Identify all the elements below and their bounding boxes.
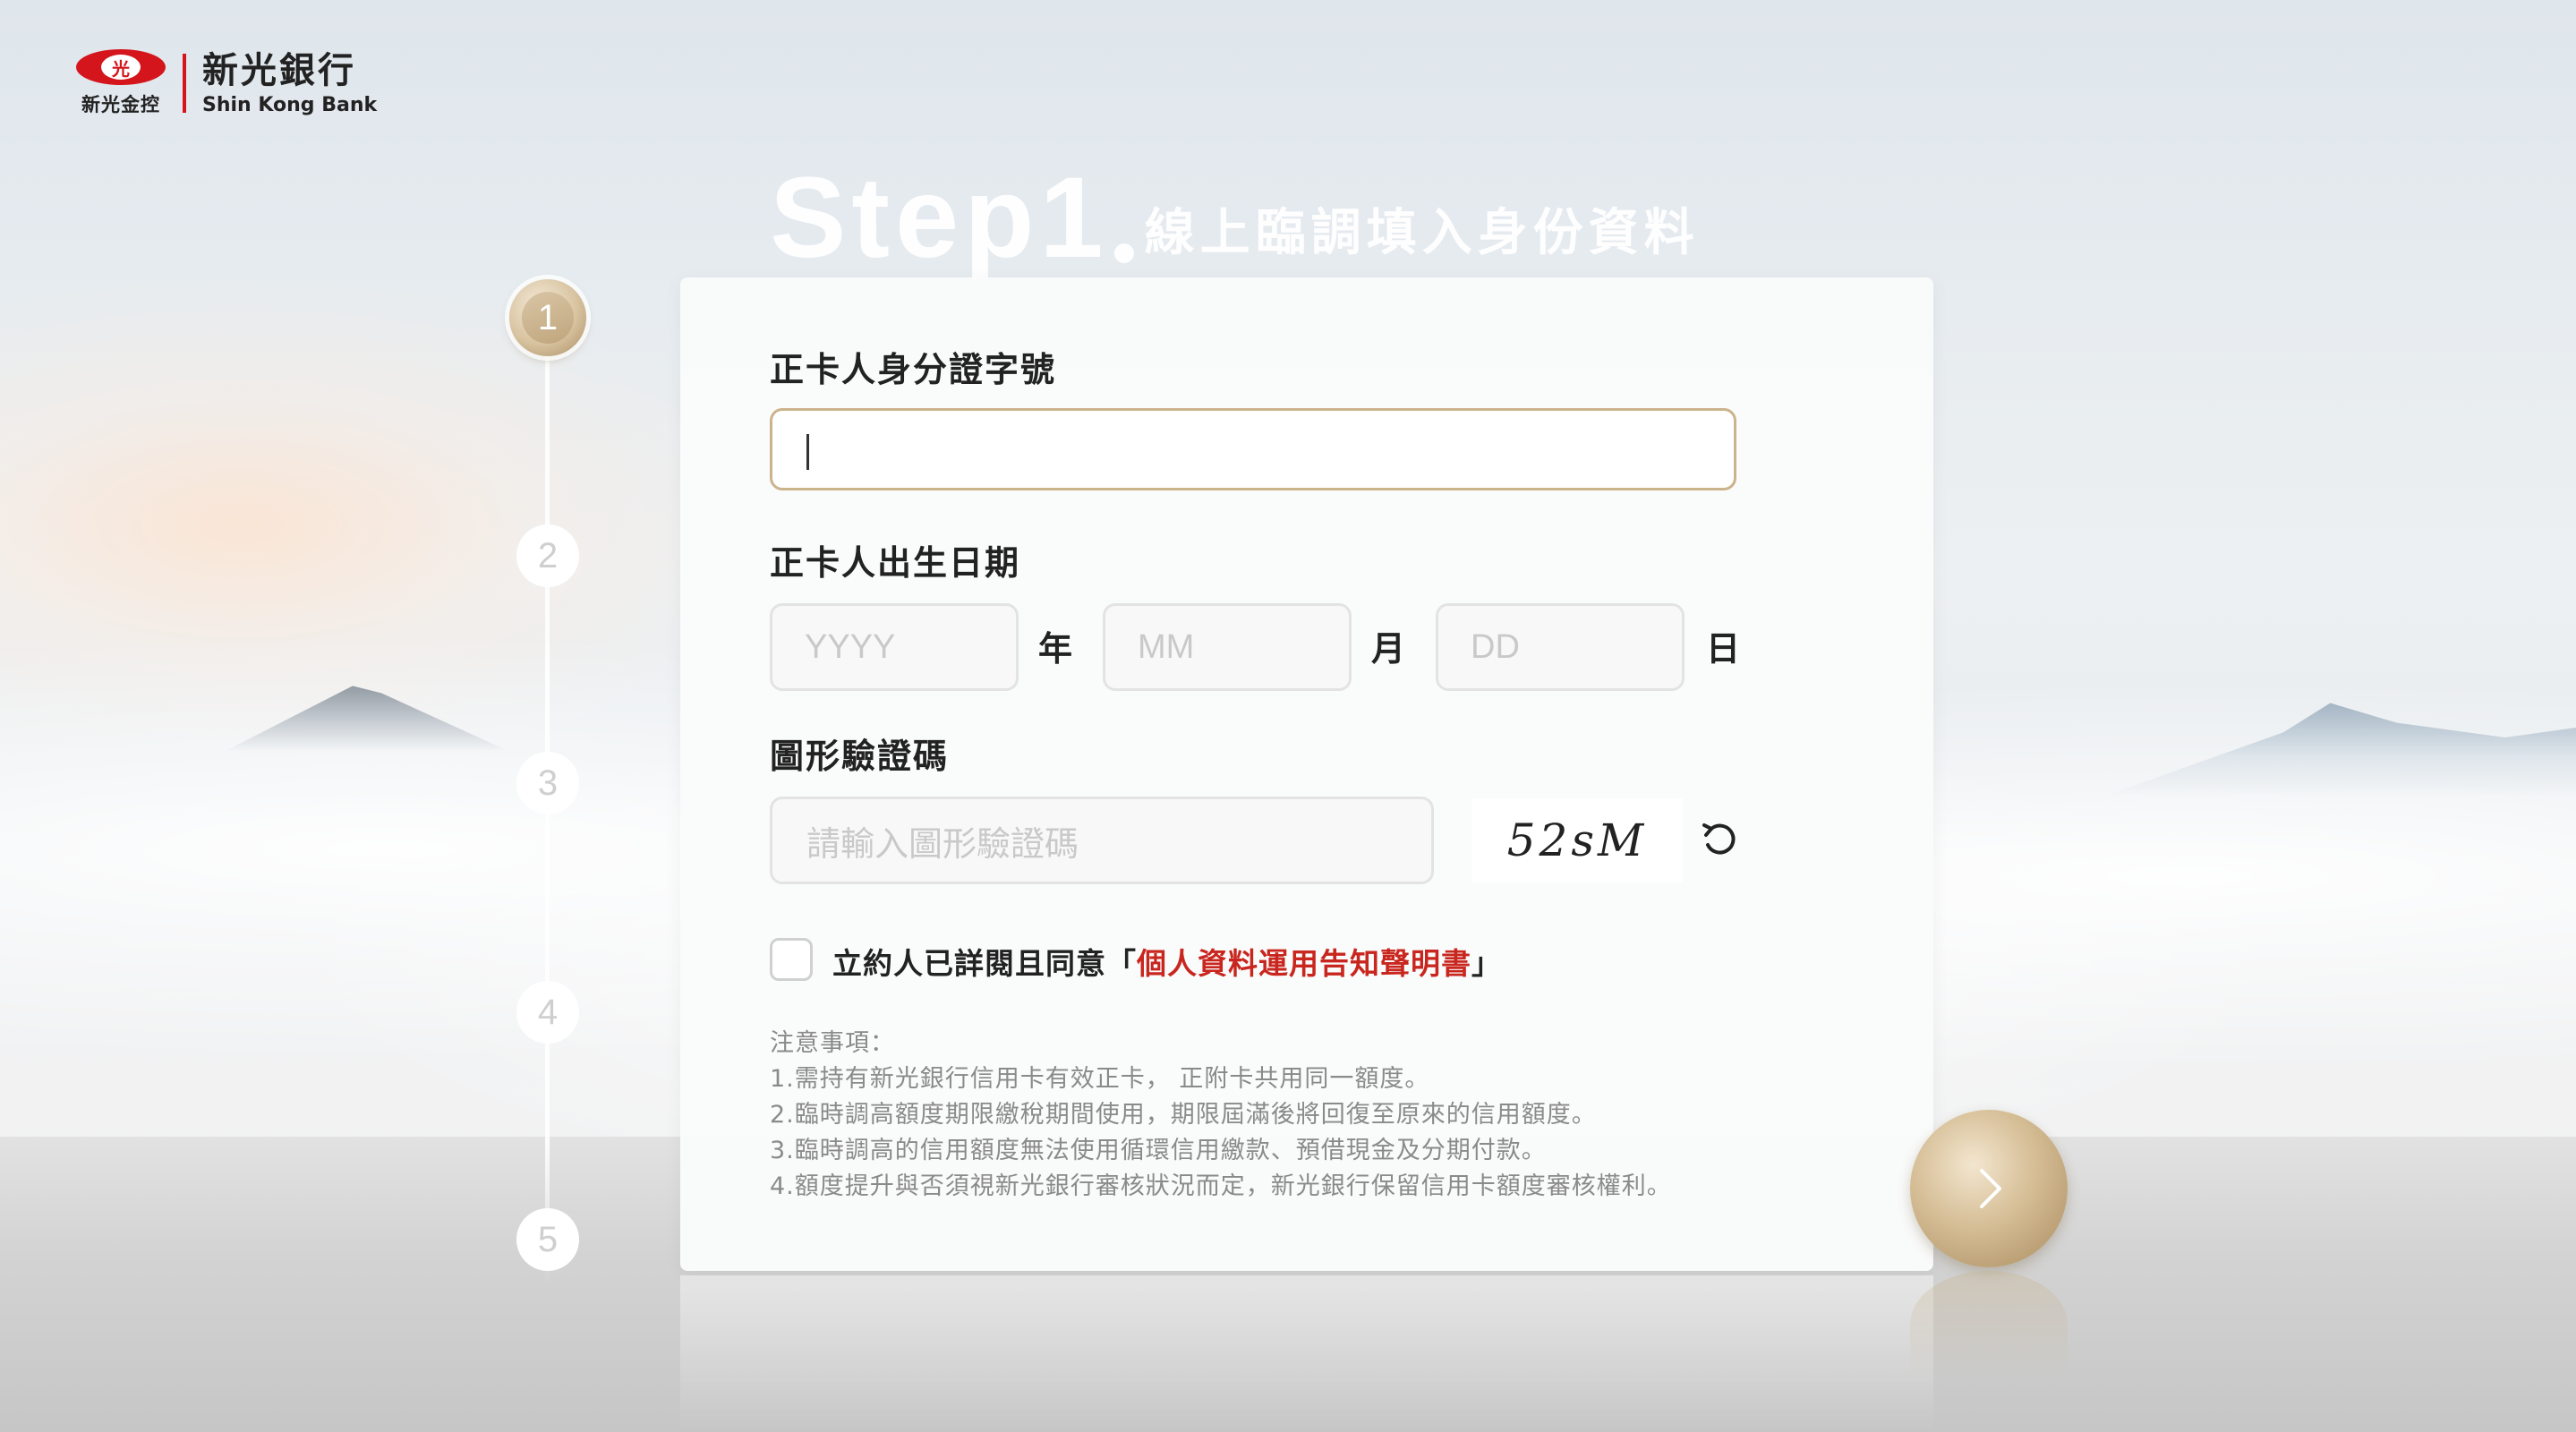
form-card: 正卡人身分證字號 正卡人出生日期 YYYY 年 MM 月 DD 日 圖形驗證碼 … <box>680 277 1933 1271</box>
text-cursor <box>806 434 809 470</box>
id-label: 正卡人身分證字號 <box>770 350 1057 389</box>
captcha-image: 52sM <box>1471 798 1683 882</box>
bank-name-cn: 新光銀行 <box>202 49 356 91</box>
step-label: 1 <box>522 292 574 344</box>
notes-item: 3.臨時調高的信用額度無法使用循環信用繳款、預借現金及分期付款。 <box>770 1137 1547 1164</box>
day-unit: 日 <box>1706 629 1741 669</box>
agree-checkbox[interactable] <box>770 938 813 981</box>
birth-year-input[interactable]: YYYY <box>770 603 1019 691</box>
notes-item: 4.額度提升與否須視新光銀行審核狀況而定，新光銀行保留信用卡額度審核權利。 <box>770 1172 1672 1200</box>
birth-month-input[interactable]: MM <box>1103 603 1352 691</box>
bank-logo[interactable]: 光 新光金控 新光銀行 Shin Kong Bank <box>72 49 378 117</box>
chevron-right-icon <box>1980 1169 2001 1208</box>
step-dot <box>1113 243 1134 263</box>
agree-suffix: 」 <box>1471 946 1502 981</box>
privacy-statement-link[interactable]: 個人資料運用告知聲明書 <box>1137 946 1471 981</box>
notes-item: 2.臨時調高額度期限繳稅期間使用，期限屆滿後將回復至原來的信用額度。 <box>770 1101 1597 1129</box>
group-logo: 光 新光金控 <box>72 49 170 117</box>
stepper-step-4: 4 <box>516 981 579 1044</box>
captcha-label: 圖形驗證碼 <box>770 737 950 776</box>
card-reflection <box>680 1275 1933 1432</box>
birth-day-input[interactable]: DD <box>1436 603 1685 691</box>
month-unit: 月 <box>1371 629 1406 669</box>
agree-prefix: 立約人已詳閱且同意「 <box>832 946 1137 981</box>
stepper-step-3: 3 <box>516 752 579 814</box>
birth-label: 正卡人出生日期 <box>770 543 1021 583</box>
next-button-reflection <box>1910 1271 2068 1378</box>
id-number-input[interactable] <box>770 408 1736 490</box>
year-unit: 年 <box>1038 629 1073 669</box>
step-title: 線上臨調填入身份資料 <box>1144 204 1700 262</box>
stepper-step-1: 1 <box>509 279 586 356</box>
logo-divider <box>183 54 186 113</box>
notes-title: 注意事項： <box>770 1029 895 1057</box>
group-name: 新光金控 <box>81 94 160 115</box>
step-number: Step1 <box>770 154 1109 282</box>
step-heading: Step1 線上臨調填入身份資料 <box>770 161 1700 276</box>
notes: 注意事項： 1.需持有新光銀行信用卡有效正卡， 正附卡共用同一額度。 2.臨時調… <box>770 1026 1672 1205</box>
captcha-input[interactable]: 請輸入圖形驗證碼 <box>770 797 1434 884</box>
refresh-icon[interactable] <box>1697 818 1742 863</box>
stepper-step-2: 2 <box>516 524 579 587</box>
bank-name-en: Shin Kong Bank <box>202 93 378 116</box>
logo-mark-icon: 光 <box>76 49 166 85</box>
stepper-step-5: 5 <box>516 1208 579 1271</box>
agree-text: 立約人已詳閱且同意「個人資料運用告知聲明書」 <box>832 940 1502 983</box>
next-button[interactable] <box>1910 1110 2068 1267</box>
notes-item: 1.需持有新光銀行信用卡有效正卡， 正附卡共用同一額度。 <box>770 1065 1430 1093</box>
